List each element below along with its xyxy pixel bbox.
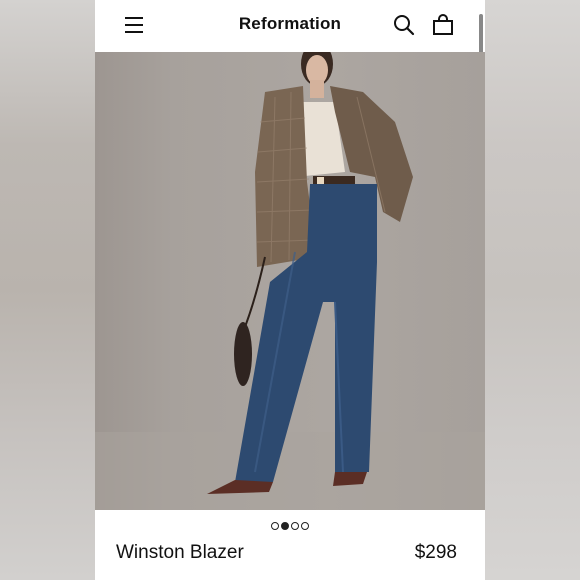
- gallery-dot-1[interactable]: [271, 521, 279, 530]
- brand-logo[interactable]: Reformation: [95, 14, 485, 34]
- blurred-background-right: [485, 0, 580, 580]
- product-name[interactable]: Winston Blazer: [116, 542, 244, 564]
- gallery-dot-2[interactable]: [281, 521, 289, 530]
- gallery-dot-4[interactable]: [301, 521, 309, 530]
- gallery-pagination: [95, 517, 485, 530]
- product-photo[interactable]: [95, 52, 485, 510]
- product-price: $298: [414, 542, 457, 563]
- search-icon[interactable]: [393, 14, 415, 36]
- gallery-dot-3[interactable]: [291, 521, 299, 530]
- phone-screen: Reformation Winston Blazer $298: [95, 0, 485, 580]
- top-nav-bar: Reformation: [95, 0, 485, 52]
- blurred-background-left: [0, 0, 95, 580]
- shopping-bag-icon[interactable]: [432, 14, 454, 36]
